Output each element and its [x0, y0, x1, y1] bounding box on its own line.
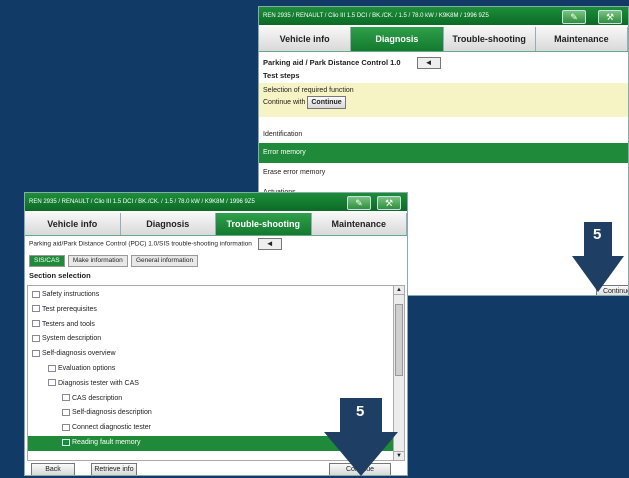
book-icon — [32, 335, 40, 343]
callout-number: 5 — [593, 226, 602, 243]
back-button[interactable]: Back — [31, 463, 75, 475]
back-arrow-button[interactable]: ◄ — [257, 238, 282, 250]
instruction-text: Selection of required function — [263, 87, 354, 94]
section-title: Section selection — [29, 271, 91, 280]
tab-vehicle-info[interactable]: Vehicle info — [25, 213, 121, 235]
scroll-up-icon[interactable]: ▲ — [394, 286, 404, 295]
tab-diagnosis[interactable]: Diagnosis — [351, 27, 444, 51]
function-item-error-memory[interactable]: Error memory — [259, 143, 628, 163]
book-icon — [48, 364, 56, 372]
help-icon[interactable]: ✎ — [347, 196, 371, 210]
tree-item[interactable]: System description — [28, 332, 394, 347]
function-item-erase-error-memory[interactable]: Erase error memory — [259, 167, 628, 179]
book-icon — [32, 320, 40, 328]
inline-continue-button[interactable]: Continue — [307, 96, 346, 109]
tree-item[interactable]: Safety instructions — [28, 288, 394, 303]
tools-icon[interactable]: ⚒ — [377, 196, 401, 210]
tools-icon[interactable]: ⚒ — [598, 10, 622, 24]
tab-diagnosis[interactable]: Diagnosis — [120, 213, 216, 235]
section-subtitle: Test steps — [263, 71, 300, 80]
instruction-box: Selection of required function Continue … — [259, 83, 628, 117]
callout-arrow: 5 — [324, 398, 398, 476]
book-icon — [32, 290, 40, 298]
tree-item[interactable]: Self-diagnosis overview — [28, 347, 394, 362]
retrieve-info-button[interactable]: Retrieve info — [91, 463, 137, 475]
tree-item[interactable]: Diagnosis tester with CAS — [28, 377, 394, 392]
tree-item[interactable]: Testers and tools — [28, 318, 394, 333]
document-icon — [62, 394, 70, 402]
window-title: REN 2935 / RENAULT / Clio III 1.5 DCI / … — [263, 13, 489, 19]
function-item-identification[interactable]: Identification — [259, 129, 628, 141]
document-icon — [62, 409, 70, 417]
scroll-thumb[interactable] — [395, 304, 403, 376]
tab-trouble-shooting[interactable]: Trouble-shooting — [443, 27, 536, 51]
page-title: Parking aid / Park Distance Control 1.0 — [263, 57, 401, 67]
book-icon — [32, 305, 40, 313]
tree-item[interactable]: Evaluation options — [28, 362, 394, 377]
callout-arrow: 5 — [572, 222, 624, 292]
title-bar: REN 2935 / RENAULT / Clio III 1.5 DCI / … — [259, 7, 628, 25]
subtab-general-information[interactable]: General information — [130, 255, 199, 267]
subtab-make-information[interactable]: Make information — [67, 255, 128, 267]
instruction-continue-text: Continue with — [263, 99, 306, 106]
title-bar: REN 2935 / RENAULT / Clio III 1.5 DCI / … — [25, 193, 407, 211]
document-icon — [62, 423, 70, 431]
tab-maintenance[interactable]: Maintenance — [535, 27, 628, 51]
subtab-sis-cas[interactable]: SIS/CAS — [29, 255, 65, 267]
back-arrow-button[interactable]: ◄ — [416, 57, 441, 69]
document-icon — [62, 438, 70, 446]
tree-item[interactable]: Test prerequisites — [28, 303, 394, 318]
window-title: REN 2935 / RENAULT / Clio III 1.5 DCI / … — [29, 199, 255, 205]
main-tabs: Vehicle info Diagnosis Trouble-shooting … — [25, 213, 407, 236]
book-icon — [48, 379, 56, 387]
help-icon[interactable]: ✎ — [562, 10, 586, 24]
book-icon — [32, 349, 40, 357]
sub-tabs: SIS/CAS Make information General informa… — [25, 255, 407, 267]
page-title: Parking aid/Park Distance Control (PDC) … — [29, 240, 252, 248]
callout-number: 5 — [356, 403, 365, 420]
main-tabs: Vehicle info Diagnosis Trouble-shooting … — [259, 27, 628, 52]
tab-vehicle-info[interactable]: Vehicle info — [259, 27, 352, 51]
tab-maintenance[interactable]: Maintenance — [311, 213, 407, 235]
tab-trouble-shooting[interactable]: Trouble-shooting — [216, 213, 312, 235]
